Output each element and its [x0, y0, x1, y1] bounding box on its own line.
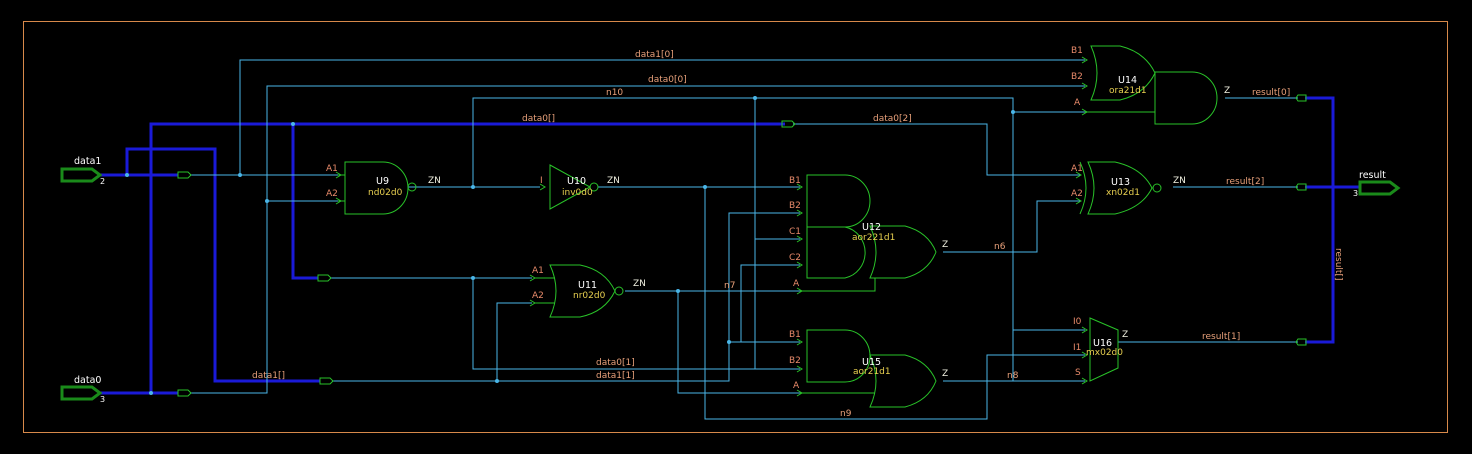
pin-label: B1: [789, 176, 801, 186]
gate-U13-name: U13: [1111, 177, 1130, 188]
net-label-result-bus: result[]: [1333, 248, 1343, 280]
pin-label: B1: [789, 330, 801, 340]
pin-label: Z: [942, 369, 948, 379]
net-label-result-1: result[1]: [1202, 332, 1240, 342]
schematic-canvas: data1[0] data0[0] n10 data0[] data0[2] r…: [0, 0, 1472, 454]
gate-U11-cell: nr02d0: [573, 291, 606, 301]
pin-label: Z: [1122, 330, 1128, 340]
pin-label: A: [1074, 98, 1081, 108]
net-label-n10: n10: [606, 88, 623, 98]
gate-U16-cell: mx02d0: [1086, 348, 1123, 358]
port-data0-width: 3: [100, 395, 105, 404]
pin-label: A: [793, 381, 800, 391]
gate-U10-cell: inv0d0: [562, 188, 593, 198]
gate-U14-cell: ora21d1: [1109, 86, 1147, 96]
pin-label: A: [793, 279, 800, 289]
port-data1-width: 2: [100, 177, 105, 186]
gate-U14-name: U14: [1118, 75, 1137, 86]
net-label-data0-bus: data0[]: [522, 114, 555, 124]
net-label-n8: n8: [1007, 371, 1019, 381]
pin-label: A1: [1071, 164, 1083, 174]
port-data1-label: data1: [74, 156, 101, 167]
gate-U13-cell: xn02d1: [1106, 188, 1140, 198]
pin-label: A1: [326, 164, 338, 174]
net-label-data0-1: data0[1]: [596, 358, 635, 368]
pin-label: I1: [1073, 343, 1081, 353]
net-label-n9: n9: [840, 409, 852, 419]
pin-label: ZN: [607, 176, 620, 186]
pin-label: C1: [789, 227, 801, 237]
net-label-data0-0: data0[0]: [648, 75, 687, 85]
net-label-data1-1: data1[1]: [596, 371, 635, 381]
pin-label: S: [1075, 368, 1081, 378]
port-result-label: result: [1359, 170, 1386, 181]
net-label-data1-bus: data1[]: [252, 371, 285, 381]
net-label-n6: n6: [994, 242, 1006, 252]
pin-label: ZN: [633, 279, 646, 289]
net-label-result-2: result[2]: [1226, 177, 1264, 187]
pin-label: B2: [789, 201, 801, 211]
pin-label: ZN: [428, 176, 441, 186]
gate-U11-name: U11: [578, 280, 597, 291]
pin-label: A1: [532, 266, 544, 276]
port-data0-label: data0: [74, 375, 101, 386]
gate-U9-name: U9: [376, 176, 389, 187]
pin-label: I: [540, 176, 543, 186]
net-label-n7: n7: [724, 281, 735, 291]
pin-label: Z: [1224, 86, 1230, 96]
gate-U15-cell: aor21d1: [853, 367, 891, 377]
gate-U9-cell: nd02d0: [368, 188, 403, 198]
pin-label: I0: [1073, 317, 1082, 327]
net-label-data0-2: data0[2]: [873, 114, 912, 124]
pin-label: A2: [1071, 189, 1083, 199]
pin-label: A2: [326, 189, 338, 199]
gate-U10-name: U10: [567, 176, 586, 187]
gate-U12-cell: aor221d1: [852, 233, 895, 243]
net-label-result-0: result[0]: [1252, 88, 1290, 98]
port-result-width: 3: [1353, 189, 1358, 198]
pin-label: Z: [942, 240, 948, 250]
pin-label: B1: [1071, 46, 1083, 56]
net-label-data1-0: data1[0]: [635, 50, 674, 60]
pin-label: B2: [1071, 72, 1083, 82]
pin-label: B2: [789, 356, 801, 366]
pin-label: A2: [532, 291, 544, 301]
pin-label: ZN: [1173, 176, 1186, 186]
gate-U12-name: U12: [862, 222, 881, 233]
pin-label: C2: [789, 253, 801, 263]
